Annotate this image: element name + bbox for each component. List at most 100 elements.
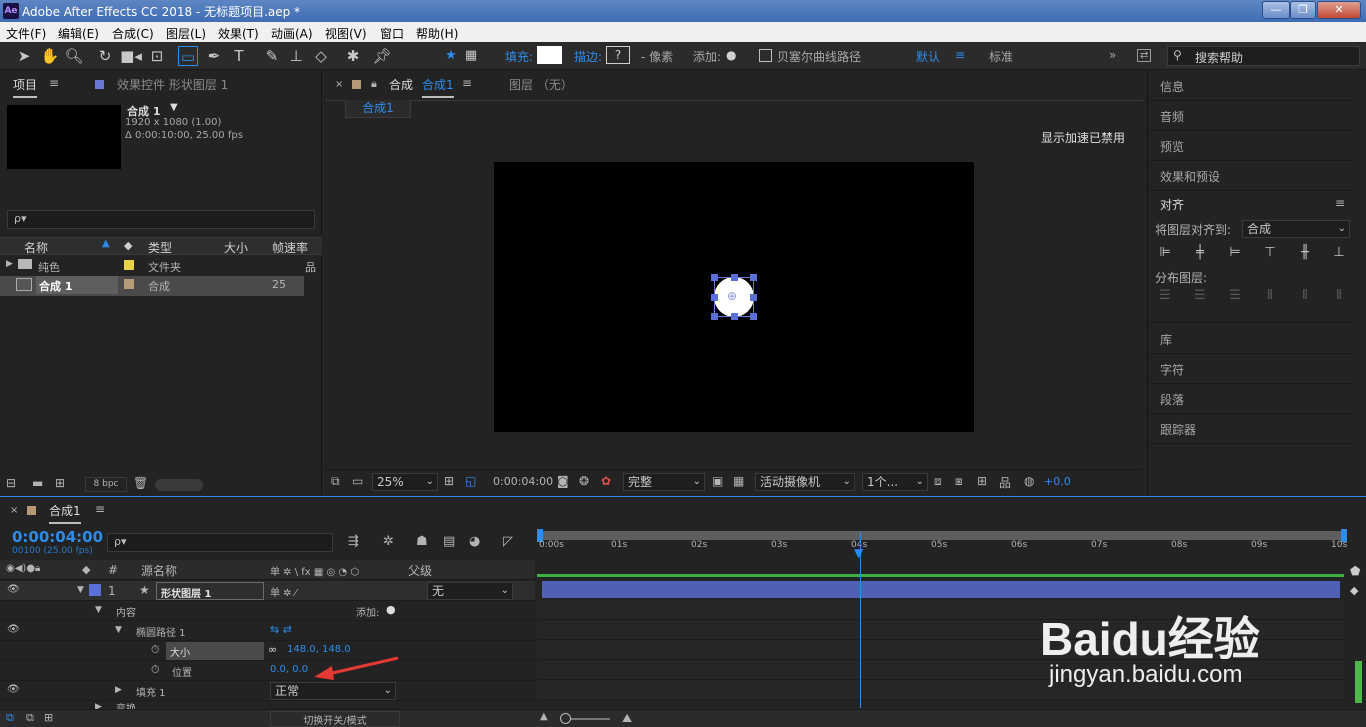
distribute-left-icon[interactable]: ⫴ <box>1260 288 1280 306</box>
shy-layers-icon[interactable]: ☗ <box>416 534 428 549</box>
path-direction-icons[interactable]: ⇆ ⇄ <box>270 623 292 636</box>
snapshot-camera-icon[interactable]: ◙ <box>557 474 569 488</box>
transform-handle[interactable] <box>711 274 718 281</box>
resolution-dropdown[interactable]: 完整 ⌄ <box>623 473 705 491</box>
menu-window[interactable]: 窗口 <box>380 25 404 42</box>
distribute-right-icon[interactable]: ⫴ <box>1329 288 1349 306</box>
minimize-button[interactable]: — <box>1262 1 1290 19</box>
new-folder-icon[interactable]: ▬ <box>32 476 43 490</box>
show-snapshot-icon[interactable]: ❂ <box>579 474 589 488</box>
layer-switches-icons[interactable]: 单 ✲ ⁄ <box>270 584 296 599</box>
close-tab-icon[interactable]: × <box>335 79 343 90</box>
trash-icon[interactable]: 🗑︎ <box>133 476 148 490</box>
menu-layer[interactable]: 图层(L) <box>166 25 206 42</box>
workspace-menu-icon[interactable]: ≡ <box>955 48 965 62</box>
expand-arrow-icon[interactable]: ▶ <box>115 685 122 695</box>
col-framerate[interactable]: 帧速率 <box>272 239 308 256</box>
menu-help[interactable]: 帮助(H) <box>416 25 458 42</box>
close-tab-icon[interactable]: × <box>10 505 18 516</box>
tab-project[interactable]: 项目 <box>13 76 38 98</box>
pan-behind-tool-icon[interactable]: ⊡ <box>147 46 167 66</box>
transform-handle[interactable] <box>711 313 718 320</box>
bit-depth-button[interactable]: 8 bpc <box>85 477 127 492</box>
eye-visibility-icon[interactable]: 👁︎ <box>7 624 20 635</box>
menu-edit[interactable]: 编辑(E) <box>58 25 99 42</box>
collapse-arrow-icon[interactable]: ▼ <box>77 585 84 595</box>
workspace-standard-tab[interactable]: 标准 <box>989 48 1013 65</box>
views-dropdown[interactable]: 1个... ⌄ <box>862 473 928 491</box>
panel-paragraph[interactable]: 段落 <box>1149 384 1352 414</box>
menu-view[interactable]: 视图(V) <box>325 25 367 42</box>
panel-info[interactable]: 信息 <box>1149 71 1352 101</box>
distribute-hcenter-icon[interactable]: ⫴ <box>1295 288 1315 306</box>
color-channels-icon[interactable]: ✿ <box>601 474 611 488</box>
current-timecode[interactable]: 0:00:04:00 <box>12 528 103 546</box>
project-panel-menu-icon[interactable]: ≡ <box>49 76 59 90</box>
exposure-value[interactable]: +0.0 <box>1044 475 1071 488</box>
maximize-button[interactable]: ❐ <box>1290 1 1316 19</box>
timeline-search-input[interactable]: ρ▾ <box>107 533 333 552</box>
comp-panel-menu-icon[interactable]: ≡ <box>462 76 472 90</box>
distribute-bottom-icon[interactable]: ☰ <box>1225 288 1245 306</box>
panel-libraries[interactable]: 库 <box>1149 324 1352 354</box>
add-menu-icon[interactable]: ● <box>726 48 736 62</box>
col-name[interactable]: 名称 <box>24 239 48 256</box>
label-swatch[interactable] <box>124 279 134 289</box>
menu-animation[interactable]: 动画(A) <box>271 25 313 42</box>
timeline-toggle-icon[interactable]: ⧆ <box>955 474 963 489</box>
workspace-default-tab[interactable]: 默认 <box>916 48 940 65</box>
fast-previews-icon[interactable]: ⧈ <box>934 474 942 489</box>
layer-switches-pane-icon[interactable]: ⧉ <box>6 711 14 725</box>
panel-preview[interactable]: 预览 <box>1149 131 1352 161</box>
always-preview-icon[interactable]: ⧉ <box>331 474 340 489</box>
sync-settings-icon[interactable]: ⇄ <box>1137 49 1152 62</box>
comp-flowchart-icon[interactable]: ⊞ <box>977 474 987 488</box>
tab-effect-controls[interactable]: 效果控件 形状图层 1 <box>117 76 228 93</box>
layer-row[interactable]: 👁︎ ▼ 1 ★ 形状图层 1 单 ✲ ⁄ 无 ⌄ <box>0 581 535 601</box>
menu-file[interactable]: 文件(F) <box>6 25 46 42</box>
brush-tool-icon[interactable]: ✎ <box>262 46 282 66</box>
constrain-proportions-icon[interactable]: ∞ <box>268 643 277 656</box>
thumbnail-slider[interactable] <box>155 479 203 491</box>
comp-tab-label[interactable]: 合成 <box>389 76 413 93</box>
layer-label-color[interactable] <box>89 584 101 596</box>
pen-tool-icon[interactable]: ✒ <box>204 46 224 66</box>
add-menu-icon[interactable]: ● <box>386 603 396 616</box>
layer-name[interactable]: 形状图层 1 <box>156 582 264 600</box>
panel-audio[interactable]: 音频 <box>1149 101 1352 131</box>
col-parent[interactable]: 父级 <box>408 562 432 579</box>
close-button[interactable]: ✕ <box>1317 1 1361 19</box>
col-type[interactable]: 类型 <box>148 239 172 256</box>
work-area-bar[interactable] <box>537 531 1344 540</box>
position-value[interactable]: 0.0, 0.0 <box>270 664 308 675</box>
distribute-vcenter-icon[interactable]: ☰ <box>1190 288 1210 306</box>
zoom-tool-icon[interactable]: 🔍︎ <box>64 46 84 66</box>
align-to-dropdown[interactable]: 合成 ⌄ <box>1242 220 1350 238</box>
col-source-name[interactable]: 源名称 <box>141 562 177 579</box>
col-size[interactable]: 大小 <box>224 239 248 256</box>
transparency-grid-icon[interactable]: ▦ <box>733 474 744 488</box>
monitor-icon[interactable]: ▭ <box>352 474 363 488</box>
size-property-row[interactable]: ⏱︎ 大小 ∞ 148.0, 148.0 <box>0 641 535 661</box>
contents-row[interactable]: ▼ 内容 添加: ● <box>0 601 535 621</box>
bezier-path-checkbox[interactable] <box>759 49 772 62</box>
comp-mini-flowchart-icon[interactable]: ⇶ <box>348 534 359 549</box>
toggle-switches-modes-button[interactable]: 切换开关/模式 <box>270 711 400 727</box>
collapse-arrow-icon[interactable]: ▼ <box>115 625 122 635</box>
mask-visibility-icon[interactable]: ◱ <box>465 474 476 488</box>
comp-breadcrumb[interactable]: 合成1 <box>345 100 411 118</box>
comp-timecode[interactable]: 0:00:04:00 <box>493 475 553 488</box>
reset-exposure-icon[interactable]: ◍ <box>1024 474 1034 488</box>
timeline-menu-icon[interactable]: ≡ <box>95 502 105 516</box>
text-tool-icon[interactable]: T <box>229 46 249 66</box>
align-menu-icon[interactable]: ≡ <box>1335 196 1345 210</box>
grid-icon[interactable]: ▦ <box>463 46 479 66</box>
label-tag-icon[interactable]: ◆ <box>124 239 132 252</box>
transform-handle[interactable] <box>711 294 718 301</box>
zoom-dropdown[interactable]: 25% ⌄ <box>372 473 438 491</box>
align-bottom-icon[interactable]: ⊥ <box>1329 245 1349 263</box>
help-search-field[interactable]: ⚲ 搜索帮助 <box>1167 46 1360 66</box>
comp-button-icon[interactable]: ⬟ <box>1350 564 1360 578</box>
collapse-arrow-icon[interactable]: ▼ <box>95 605 102 615</box>
time-ruler[interactable]: 0:00s 01s 02s 03s 04s 05s 06s 07s 08s 09… <box>537 540 1347 558</box>
